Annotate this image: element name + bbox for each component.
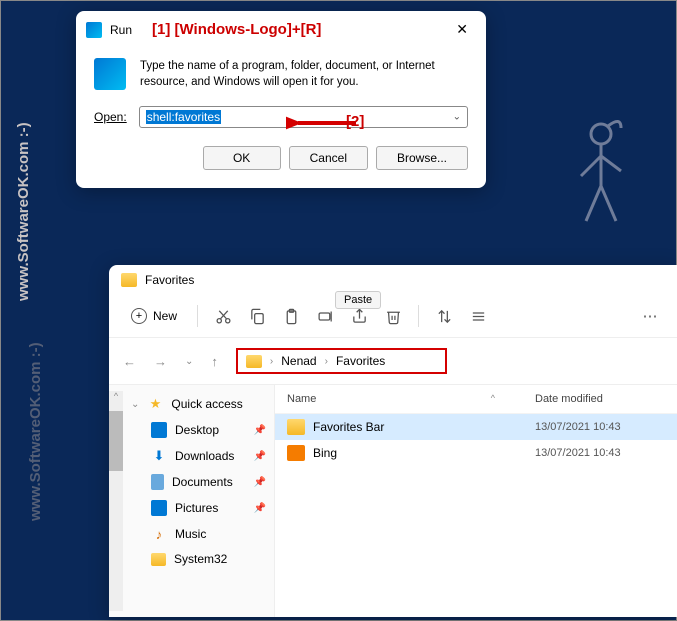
breadcrumb[interactable]: › Nenad › Favorites (236, 348, 447, 374)
annotation-1: [1] [Windows-Logo]+[R] (152, 21, 321, 38)
chevron-down-icon[interactable]: ⌄ (453, 112, 461, 123)
documents-icon (151, 474, 164, 490)
star-icon: ★ (147, 396, 163, 412)
delete-icon[interactable] (378, 301, 408, 331)
downloads-icon: ⬇ (151, 448, 167, 464)
explorer-title: Favorites (145, 273, 194, 287)
folder-icon (121, 273, 137, 287)
plus-icon: + (131, 308, 147, 324)
sidebar-item-documents[interactable]: Documents 📌 (123, 469, 274, 495)
sidebar-label: Documents (172, 475, 233, 489)
sidebar-item-system32[interactable]: System32 (123, 547, 274, 571)
pictures-icon (151, 500, 167, 516)
file-name: Favorites Bar (313, 420, 535, 434)
sidebar-label: Desktop (175, 423, 219, 437)
bing-icon (287, 445, 305, 461)
back-arrow-icon[interactable]: ← (123, 354, 136, 369)
separator (197, 305, 198, 327)
chevron-right-icon: › (325, 356, 328, 367)
recent-chevron-icon[interactable]: ⌄ (185, 356, 193, 367)
music-icon: ♪ (151, 526, 167, 542)
run-icon (86, 22, 102, 38)
chevron-down-icon: ⌄ (131, 399, 139, 410)
open-input-value: shell:favorites (146, 110, 221, 124)
forward-arrow-icon[interactable]: → (154, 354, 167, 369)
sidebar-item-pictures[interactable]: Pictures 📌 (123, 495, 274, 521)
file-name: Bing (313, 446, 535, 460)
column-header-date[interactable]: Date modified (535, 393, 665, 405)
column-header-name[interactable]: Name (287, 393, 491, 405)
sidebar-label: Pictures (175, 501, 218, 515)
cut-icon[interactable] (208, 301, 238, 331)
sidebar-item-music[interactable]: ♪ Music (123, 521, 274, 547)
view-icon[interactable] (463, 301, 493, 331)
pin-icon: 📌 (254, 477, 266, 488)
sort-icon[interactable] (429, 301, 459, 331)
sidebar-item-desktop[interactable]: Desktop 📌 (123, 417, 274, 443)
separator (418, 305, 419, 327)
sidebar-label: System32 (174, 552, 227, 566)
file-date: 13/07/2021 10:43 (535, 421, 665, 433)
sidebar-label: Music (175, 527, 206, 541)
run-description: Type the name of a program, folder, docu… (140, 58, 468, 90)
sidebar-item-downloads[interactable]: ⬇ Downloads 📌 (123, 443, 274, 469)
sidebar-quick-access[interactable]: ⌄ ★ Quick access (123, 391, 274, 417)
ok-button[interactable]: OK (203, 146, 281, 170)
paste-icon[interactable] (276, 301, 306, 331)
watermark-text: www.SoftwareOK.com :-) (27, 342, 44, 521)
file-pane: Name ^ Date modified Favorites Bar 13/07… (275, 385, 677, 617)
breadcrumb-item[interactable]: Nenad (281, 354, 316, 368)
browse-button[interactable]: Browse... (376, 146, 468, 170)
desktop-icon (151, 422, 167, 438)
file-row[interactable]: Bing 13/07/2021 10:43 (275, 440, 677, 466)
folder-icon (287, 419, 305, 435)
pin-icon: 📌 (254, 503, 266, 514)
pin-icon: 📌 (254, 425, 266, 436)
file-row[interactable]: Favorites Bar 13/07/2021 10:43 (275, 414, 677, 440)
folder-icon (246, 355, 262, 368)
run-dialog: Run [1] [Windows-Logo]+[R] ✕ Type the na… (76, 11, 486, 188)
pin-icon: 📌 (254, 451, 266, 462)
annotation-2-label: [2] (346, 113, 364, 130)
decoration-figure (566, 116, 636, 250)
breadcrumb-item[interactable]: Favorites (336, 354, 385, 368)
sort-indicator-icon: ^ (491, 393, 495, 405)
folder-icon (151, 553, 166, 566)
up-arrow-icon[interactable]: ↑ (211, 354, 218, 369)
paste-tooltip: Paste (335, 291, 381, 309)
new-label: New (153, 309, 177, 323)
more-icon[interactable]: ⋯ (635, 301, 665, 331)
chevron-right-icon: › (270, 356, 273, 367)
run-title-text: Run (110, 23, 132, 37)
new-button[interactable]: + New (121, 304, 187, 328)
run-big-icon (94, 58, 126, 90)
cancel-button[interactable]: Cancel (289, 146, 368, 170)
sidebar-label: Quick access (171, 397, 242, 411)
file-date: 13/07/2021 10:43 (535, 447, 665, 459)
copy-icon[interactable] (242, 301, 272, 331)
sidebar: ^ ⌄ ★ Quick access Desktop📌 ⬇Downloads📌 … (109, 385, 275, 617)
open-label: Open: (94, 110, 127, 124)
close-icon[interactable]: ✕ (448, 19, 476, 40)
scrollbar[interactable]: ^ (109, 391, 123, 611)
watermark-text: www.SoftwareOK.com :-) (15, 122, 32, 301)
sidebar-label: Downloads (175, 449, 234, 463)
explorer-window: Favorites Paste + New ⋯ ← → ⌄ ↑ › Nenad … (109, 265, 677, 617)
